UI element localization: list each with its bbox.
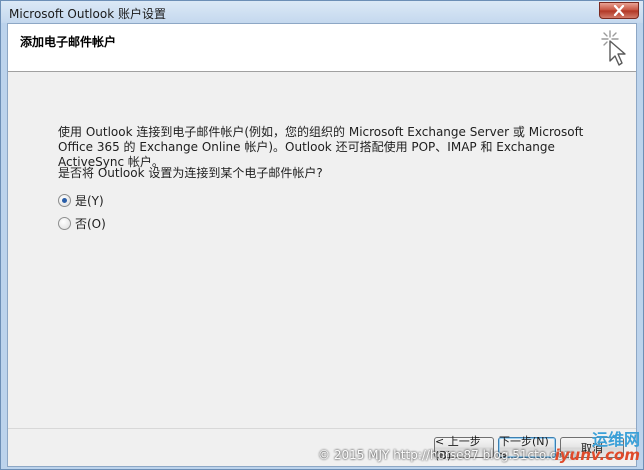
option-no[interactable]: 否(O) (58, 215, 106, 232)
next-button[interactable]: 下一步(N) > (498, 435, 556, 462)
radio-selected-dot (62, 198, 67, 203)
outlook-account-settings-window: Microsoft Outlook 账户设置 添加电子邮件帐户 使用 Outlo… (0, 0, 644, 470)
close-button[interactable] (599, 2, 639, 19)
radio-button-yes[interactable] (58, 194, 71, 207)
wand-sparkle-icon (601, 30, 626, 66)
wizard-footer: < 上一步(B) 下一步(N) > 取消 (8, 428, 636, 466)
back-button[interactable]: < 上一步(B) (434, 435, 494, 462)
dialog-client-area: 添加电子邮件帐户 使用 Outlook 连接到电子邮件帐户(例如，您的组织的 M… (7, 23, 637, 467)
question-text: 是否将 Outlook 设置为连接到某个电子邮件帐户? (58, 166, 323, 180)
close-icon (613, 5, 625, 16)
title-bar[interactable]: Microsoft Outlook 账户设置 (1, 1, 643, 23)
cancel-button[interactable]: 取消 (560, 437, 624, 458)
option-no-label: 否(O) (75, 217, 106, 231)
page-title: 添加电子邮件帐户 (20, 35, 117, 49)
wizard-header: 添加电子邮件帐户 (8, 24, 636, 72)
wizard-body: 使用 Outlook 连接到电子邮件帐户(例如，您的组织的 Microsoft … (8, 73, 636, 428)
window-title: Microsoft Outlook 账户设置 (9, 7, 166, 21)
option-yes[interactable]: 是(Y) (58, 192, 104, 209)
radio-button-no[interactable] (58, 217, 71, 230)
option-yes-label: 是(Y) (75, 194, 104, 208)
